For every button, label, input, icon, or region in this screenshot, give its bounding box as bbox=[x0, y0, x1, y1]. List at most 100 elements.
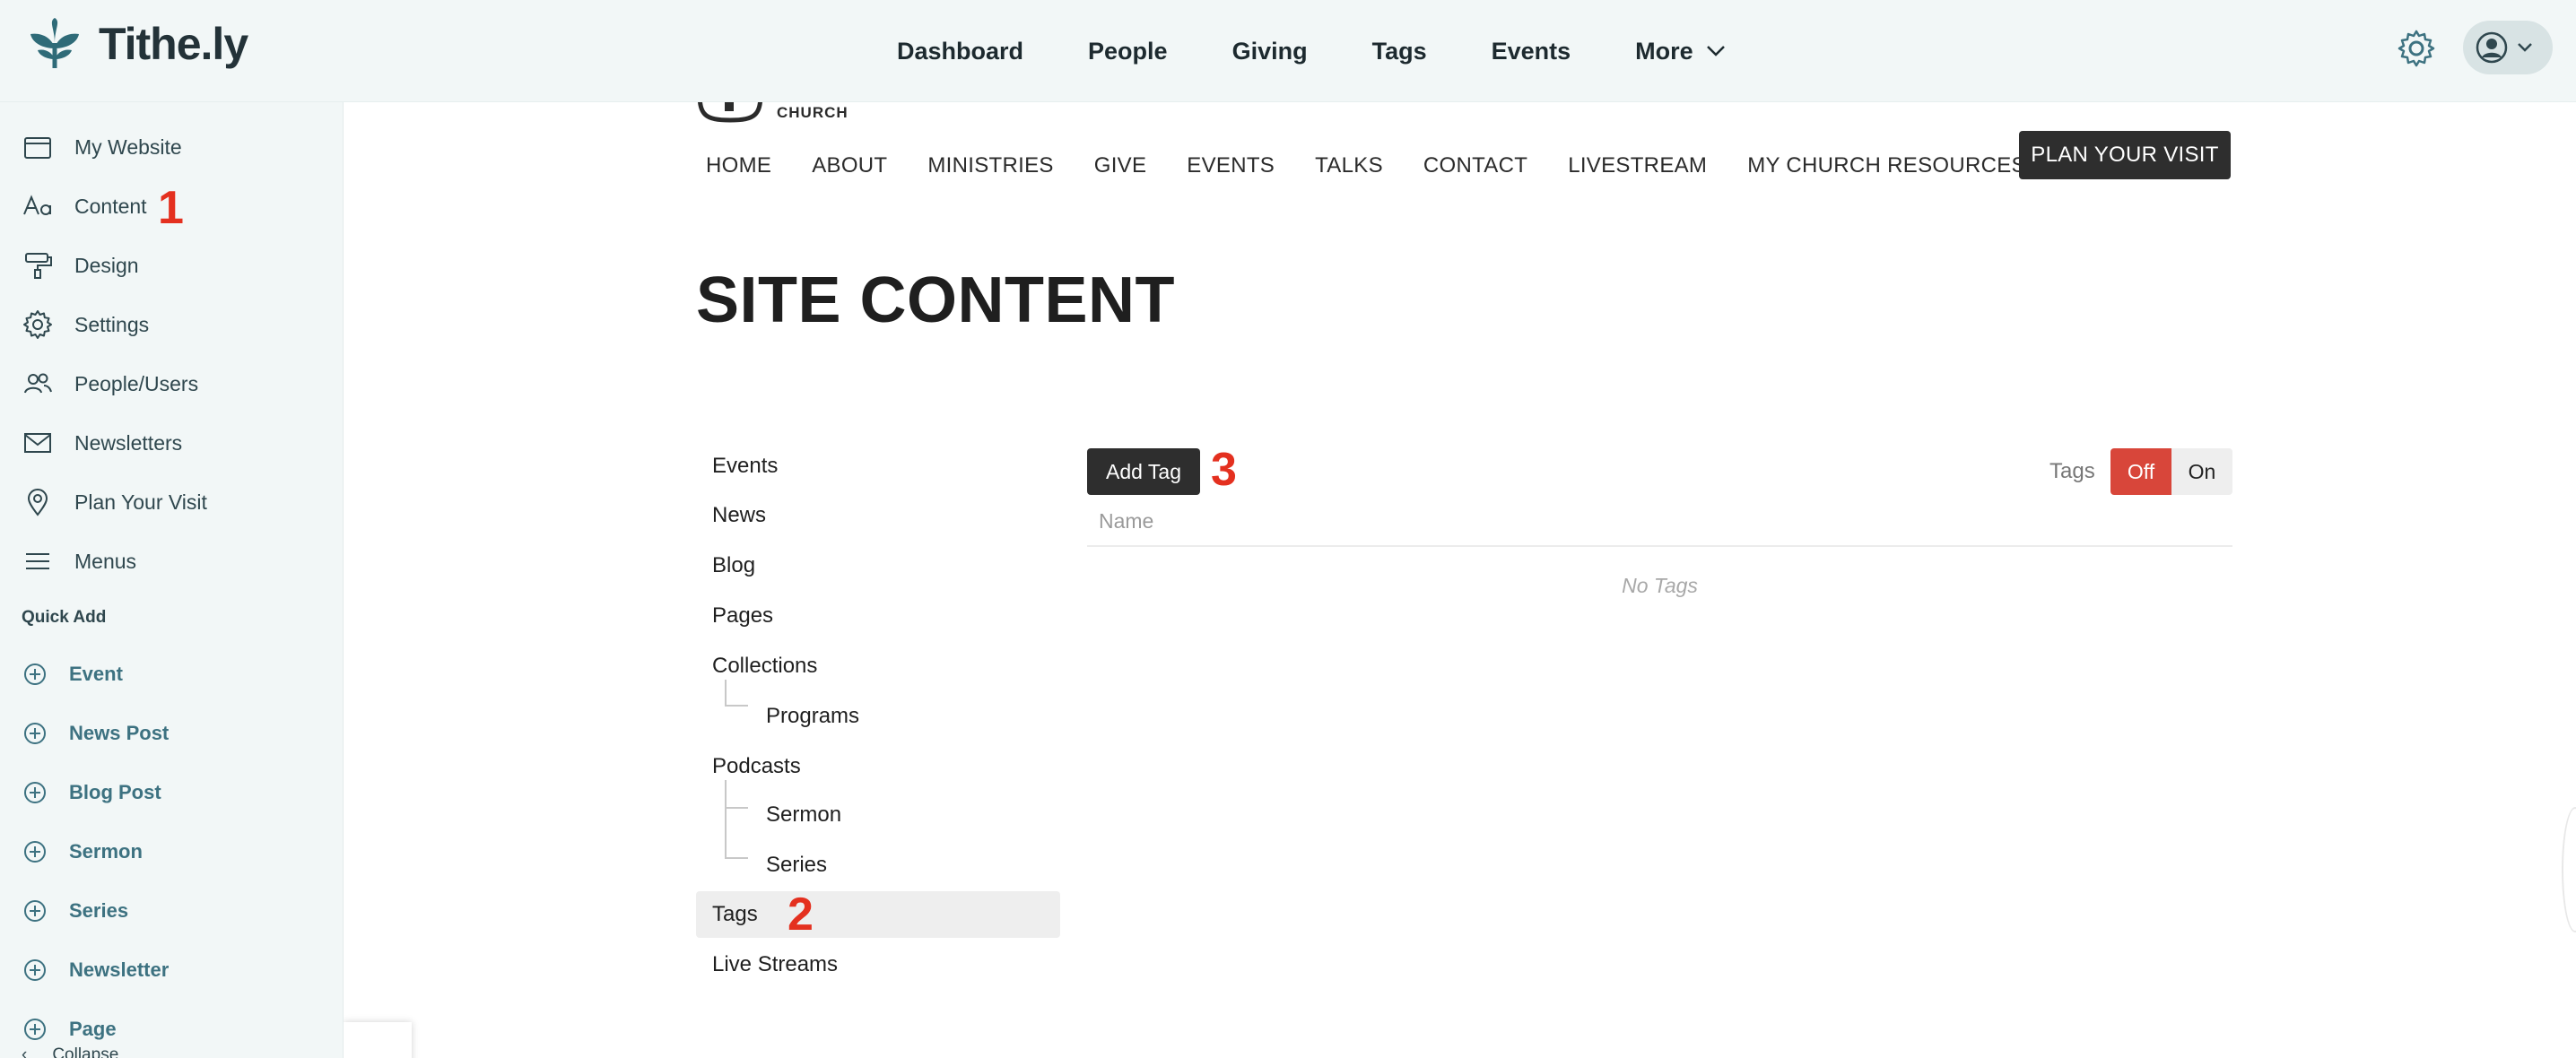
sidebar-item-label: Settings bbox=[74, 312, 150, 336]
church-logo-text: CHURCH bbox=[777, 104, 849, 121]
content-nav-podcasts[interactable]: Podcasts bbox=[696, 743, 1060, 790]
content-nav-tags[interactable]: Tags bbox=[696, 891, 1060, 938]
quick-add-blog-post[interactable]: Blog Post bbox=[0, 766, 344, 820]
toggle-on-option[interactable]: On bbox=[2171, 448, 2232, 495]
quick-add-sermon[interactable]: Sermon bbox=[0, 825, 344, 879]
tithely-leaf-logo-icon bbox=[30, 18, 79, 68]
site-nav-about[interactable]: ABOUT bbox=[812, 153, 887, 178]
chevron-down-icon bbox=[1706, 46, 1725, 56]
topnav-giving[interactable]: Giving bbox=[1232, 38, 1308, 65]
church-logo-mark-icon bbox=[698, 102, 762, 123]
topnav-more-label: More bbox=[1635, 37, 1693, 65]
browser-window-icon bbox=[22, 131, 54, 163]
sidebar-item-my-website[interactable]: My Website bbox=[0, 120, 344, 174]
topnav-dashboard[interactable]: Dashboard bbox=[897, 38, 1023, 65]
site-nav-talks[interactable]: TALKS bbox=[1315, 153, 1383, 178]
top-bar: Tithe.ly Dashboard People Giving Tags Ev… bbox=[0, 0, 2576, 102]
site-nav-home[interactable]: HOME bbox=[706, 153, 771, 178]
quick-add-label: Newsletter bbox=[69, 958, 170, 981]
brand-name: Tithe.ly bbox=[99, 19, 248, 69]
sidebar: My Website Content Design Settings Peopl… bbox=[0, 102, 344, 1058]
site-nav-contact[interactable]: CONTACT bbox=[1423, 153, 1527, 178]
arrow-left-icon: ‹ bbox=[22, 1045, 28, 1058]
quick-add-label: Sermon bbox=[69, 840, 143, 863]
annotation-1: 1 bbox=[158, 182, 184, 234]
content-nav-pages[interactable]: Pages bbox=[696, 593, 1060, 639]
quick-add-label: Page bbox=[69, 1018, 117, 1040]
plus-circle-icon bbox=[24, 841, 46, 863]
quick-add-news-post[interactable]: News Post bbox=[0, 707, 344, 760]
plus-circle-icon bbox=[24, 959, 46, 981]
site-nav-give[interactable]: GIVE bbox=[1094, 153, 1147, 178]
quick-add-label: Series bbox=[69, 899, 129, 922]
account-menu-button[interactable] bbox=[2463, 21, 2553, 74]
add-tag-button[interactable]: Add Tag bbox=[1087, 448, 1200, 495]
plus-circle-icon bbox=[24, 1019, 46, 1040]
content-nav-blog[interactable]: Blog bbox=[696, 542, 1060, 589]
sidebar-item-plan-your-visit[interactable]: Plan Your Visit bbox=[0, 475, 344, 529]
sidebar-item-label: Content bbox=[74, 194, 147, 218]
quick-add-label: News Post bbox=[69, 722, 170, 744]
quick-add-event[interactable]: Event bbox=[0, 647, 344, 701]
quick-add-newsletter[interactable]: Newsletter bbox=[0, 943, 344, 997]
sidebar-item-settings[interactable]: Settings bbox=[0, 298, 344, 351]
topnav-more[interactable]: More bbox=[1635, 38, 1726, 65]
annotation-3: 3 bbox=[1211, 444, 1237, 496]
map-pin-icon bbox=[22, 486, 54, 518]
text-aa-icon bbox=[22, 190, 54, 222]
site-nav-ministries[interactable]: MINISTRIES bbox=[927, 153, 1053, 178]
sidebar-item-label: Menus bbox=[74, 549, 137, 573]
topnav-events[interactable]: Events bbox=[1492, 38, 1571, 65]
users-icon bbox=[22, 368, 54, 400]
hamburger-menu-icon bbox=[22, 545, 54, 577]
site-nav: HOME ABOUT MINISTRIES GIVE EVENTS TALKS … bbox=[706, 142, 2067, 190]
paint-roller-icon bbox=[22, 249, 54, 282]
collapse-sidebar-button[interactable]: ‹ Collapse bbox=[22, 1045, 118, 1058]
content-nav-news[interactable]: News bbox=[696, 492, 1060, 539]
sidebar-item-label: Newsletters bbox=[74, 430, 183, 455]
envelope-icon bbox=[22, 427, 54, 459]
content-nav-events[interactable]: Events bbox=[696, 443, 1060, 490]
content-nav-programs[interactable]: Programs bbox=[696, 693, 1060, 740]
name-column-header[interactable]: Name bbox=[1087, 497, 2232, 547]
tags-toggle-label: Tags bbox=[2049, 459, 2095, 483]
brand[interactable]: Tithe.ly bbox=[27, 16, 248, 72]
toggle-off-option[interactable]: Off bbox=[2110, 448, 2171, 495]
content-nav-collections[interactable]: Collections bbox=[696, 643, 1060, 689]
plus-circle-icon bbox=[24, 782, 46, 803]
sidebar-item-label: People/Users bbox=[74, 371, 199, 395]
annotation-2: 2 bbox=[788, 889, 814, 941]
sidebar-item-newsletters[interactable]: Newsletters bbox=[0, 416, 344, 470]
tags-visibility-toggle: Off On bbox=[2110, 448, 2232, 495]
website-editor-preview: CHURCH HOME ABOUT MINISTRIES GIVE EVENTS… bbox=[344, 102, 2576, 1058]
page-title: SITE CONTENT bbox=[696, 264, 1176, 336]
sidebar-item-label: Plan Your Visit bbox=[74, 490, 207, 514]
content-nav-sermon[interactable]: Sermon bbox=[696, 792, 1060, 838]
plus-circle-icon bbox=[24, 723, 46, 744]
plan-your-visit-button[interactable]: PLAN YOUR VISIT bbox=[2019, 131, 2231, 179]
content-nav-live-streams[interactable]: Live Streams bbox=[696, 941, 1060, 988]
sidebar-item-people-users[interactable]: People/Users bbox=[0, 357, 344, 411]
quick-add-heading: Quick Add bbox=[22, 608, 107, 627]
quick-add-label: Event bbox=[69, 663, 123, 685]
site-nav-my-church-resources[interactable]: MY CHURCH RESOURCES bbox=[1747, 153, 2026, 178]
gear-icon[interactable] bbox=[2397, 29, 2436, 68]
quick-add-series[interactable]: Series bbox=[0, 884, 344, 938]
floating-widget[interactable] bbox=[344, 1022, 412, 1058]
quick-add-label: Blog Post bbox=[69, 781, 161, 803]
sidebar-item-menus[interactable]: Menus bbox=[0, 534, 344, 588]
topnav-tags[interactable]: Tags bbox=[1372, 38, 1427, 65]
church-logo[interactable]: CHURCH bbox=[696, 102, 849, 124]
collapse-label: Collapse bbox=[52, 1045, 119, 1058]
sidebar-item-design[interactable]: Design bbox=[0, 238, 344, 292]
site-nav-events[interactable]: EVENTS bbox=[1187, 153, 1275, 178]
sidebar-item-label: Design bbox=[74, 253, 139, 277]
site-nav-livestream[interactable]: LIVESTREAM bbox=[1568, 153, 1707, 178]
topnav-people[interactable]: People bbox=[1088, 38, 1168, 65]
sidebar-item-label: My Website bbox=[74, 134, 182, 159]
plus-circle-icon bbox=[24, 663, 46, 685]
top-nav: Dashboard People Giving Tags Events More bbox=[897, 0, 1790, 102]
empty-state-text: No Tags bbox=[1622, 574, 1698, 597]
content-nav-series[interactable]: Series bbox=[696, 842, 1060, 889]
plus-circle-icon bbox=[24, 900, 46, 922]
